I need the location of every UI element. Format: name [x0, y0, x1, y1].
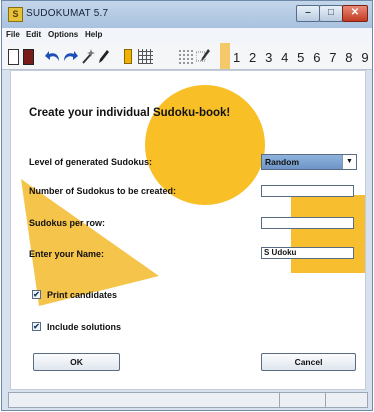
undo-icon[interactable]	[45, 49, 61, 63]
print-candidates-label: Print candidates	[47, 290, 118, 300]
include-solutions-checkbox[interactable]: ✔	[32, 322, 41, 331]
decor-square	[291, 195, 365, 273]
status-bar	[8, 392, 368, 408]
status-segment-aux	[280, 393, 326, 407]
count-input[interactable]	[261, 185, 354, 197]
app-window: S SUDOKUMAT 5.7 – □ ✕ File Edit Options …	[1, 0, 373, 411]
close-button[interactable]: ✕	[342, 5, 368, 22]
toolbar: 1 2 3 4 5 6 7 8 9	[2, 43, 372, 70]
menu-help[interactable]: Help	[85, 30, 102, 39]
name-input[interactable]: S Udoku	[261, 247, 354, 259]
magic-wand-icon[interactable]	[81, 49, 95, 64]
grid-dots-icon[interactable]	[178, 49, 193, 64]
grid-small-icon[interactable]	[138, 49, 153, 64]
menu-edit[interactable]: Edit	[26, 30, 41, 39]
title-bar[interactable]: S SUDOKUMAT 5.7 – □ ✕	[2, 1, 372, 29]
per-row-label: Sudokus per row:	[29, 218, 106, 228]
pen-icon[interactable]	[98, 49, 110, 64]
sudoku-app-icon: S	[8, 7, 23, 22]
new-document-icon[interactable]	[8, 49, 19, 65]
digit-buttons[interactable]: 1 2 3 4 5 6 7 8 9	[233, 50, 371, 65]
grid-pen-icon[interactable]	[196, 49, 210, 64]
redo-icon[interactable]	[62, 49, 78, 63]
print-candidates-checkbox[interactable]: ✔	[32, 290, 41, 299]
menu-options[interactable]: Options	[48, 30, 78, 39]
status-segment-main	[9, 393, 280, 407]
minimize-button[interactable]: –	[296, 5, 320, 22]
per-row-input[interactable]	[261, 217, 354, 229]
cancel-button[interactable]: Cancel	[261, 353, 356, 371]
window-title: SUDOKUMAT 5.7	[26, 8, 109, 19]
dialog-heading: Create your individual Sudoku-book!	[29, 107, 231, 119]
book-icon[interactable]	[23, 49, 34, 65]
book-dialog: Create your individual Sudoku-book! Leve…	[10, 70, 366, 390]
level-select[interactable]: Random ▼	[261, 154, 357, 170]
candidates-toggle-icon[interactable]	[124, 49, 132, 64]
maximize-button[interactable]: □	[319, 5, 343, 22]
chevron-down-icon[interactable]: ▼	[342, 155, 356, 169]
include-solutions-label: Include solutions	[47, 322, 122, 332]
menu-file[interactable]: File	[6, 30, 20, 39]
level-label: Level of generated Sudokus:	[29, 157, 153, 167]
menu-bar: File Edit Options Help	[2, 28, 372, 44]
count-label: Number of Sudokus to be created:	[29, 186, 177, 196]
ok-button[interactable]: OK	[33, 353, 120, 371]
level-select-value: Random	[265, 157, 299, 167]
name-label: Enter your Name:	[29, 249, 105, 259]
